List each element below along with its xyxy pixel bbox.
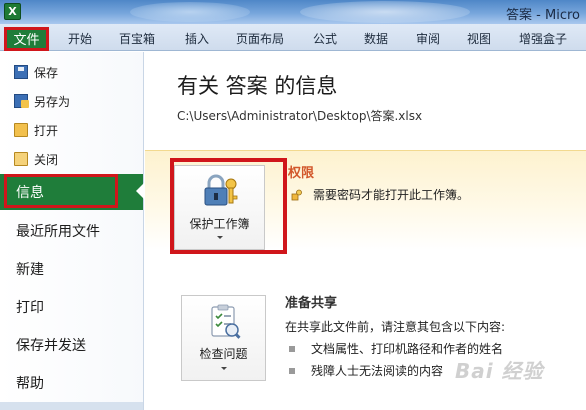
tab-review[interactable]: 审阅 xyxy=(416,30,440,47)
open-folder-icon xyxy=(14,123,28,137)
nav-bottom-strip xyxy=(0,402,143,410)
save-as-label: 另存为 xyxy=(34,94,71,109)
open-label: 打开 xyxy=(34,123,59,138)
nav-print-label: 打印 xyxy=(16,300,44,316)
page-title: 有关 答案 的信息 xyxy=(177,74,338,98)
save-as-command[interactable]: 另存为 xyxy=(14,91,70,111)
excel-app-icon[interactable]: X xyxy=(4,3,21,20)
nav-recent-label: 最近所用文件 xyxy=(16,224,100,240)
ribbon-tab-bar: 开始 百宝箱 插入 页面布局 公式 数据 审阅 视图 增强盒子 xyxy=(0,24,586,51)
close-folder-icon xyxy=(14,152,28,166)
permissions-title: 权限 xyxy=(288,166,315,181)
protect-highlight-box xyxy=(170,158,287,254)
bullet-icon xyxy=(289,345,295,352)
dropdown-caret-icon xyxy=(220,367,227,370)
nav-new[interactable]: 新建 xyxy=(0,251,143,287)
tab-view[interactable]: 视图 xyxy=(467,30,491,47)
file-tab[interactable]: 文件 xyxy=(4,27,49,51)
file-path: C:\Users\Administrator\Desktop\答案.xlsx xyxy=(177,109,423,123)
save-icon xyxy=(14,65,28,79)
nav-save-send[interactable]: 保存并发送 xyxy=(0,327,143,363)
window-title: 答案 - Micro xyxy=(506,8,580,23)
close-label: 关闭 xyxy=(34,152,59,167)
permissions-description: 需要密码才能打开此工作簿。 xyxy=(291,186,469,203)
open-command[interactable]: 打开 xyxy=(14,120,58,140)
checklist-icon xyxy=(211,304,241,339)
nav-new-label: 新建 xyxy=(16,262,44,278)
tab-toolbox[interactable]: 百宝箱 xyxy=(119,30,155,47)
prepare-sharing-title: 准备共享 xyxy=(285,296,338,311)
save-label: 保存 xyxy=(34,65,59,80)
check-issues-button[interactable]: 检查问题 xyxy=(181,295,266,381)
list-item-text: 残障人士无法阅读的内容 xyxy=(311,364,444,378)
bullet-icon xyxy=(289,367,295,374)
tab-insert[interactable]: 插入 xyxy=(185,30,209,47)
tab-data[interactable]: 数据 xyxy=(364,30,388,47)
nav-print[interactable]: 打印 xyxy=(0,289,143,325)
close-command[interactable]: 关闭 xyxy=(14,149,58,169)
permissions-text: 需要密码才能打开此工作簿。 xyxy=(313,188,470,202)
tab-enhance-box[interactable]: 增强盒子 xyxy=(519,30,567,47)
tab-page-layout[interactable]: 页面布局 xyxy=(236,30,284,47)
check-issues-label: 检查问题 xyxy=(199,347,248,361)
list-item: 残障人士无法阅读的内容 xyxy=(289,362,443,379)
nav-save-send-label: 保存并发送 xyxy=(16,338,86,354)
tab-formulas[interactable]: 公式 xyxy=(313,30,337,47)
nav-help[interactable]: 帮助 xyxy=(0,365,143,401)
nav-help-label: 帮助 xyxy=(16,376,44,392)
save-command[interactable]: 保存 xyxy=(14,62,58,82)
nav-recent[interactable]: 最近所用文件 xyxy=(0,213,143,249)
tab-home[interactable]: 开始 xyxy=(68,30,92,47)
info-highlight-box xyxy=(4,174,118,208)
title-bar: X 答案 - Micro xyxy=(0,0,586,24)
key-icon xyxy=(291,189,303,201)
baidu-watermark: Bai 经验 xyxy=(455,359,544,383)
title-bar-glow xyxy=(300,1,470,23)
title-bar-glow xyxy=(130,2,250,22)
prepare-sharing-description: 在共享此文件前，请注意其包含以下内容: xyxy=(285,320,506,334)
save-as-icon xyxy=(14,94,29,108)
